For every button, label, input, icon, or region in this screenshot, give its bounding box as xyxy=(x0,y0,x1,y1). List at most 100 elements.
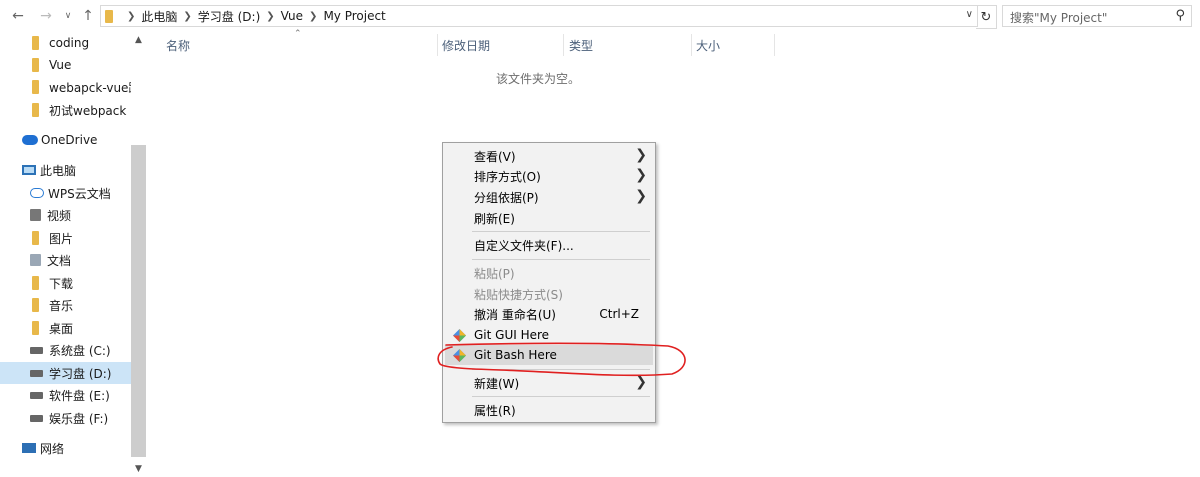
chevron-right-icon[interactable]: ❯ xyxy=(127,11,135,22)
drive-icon xyxy=(30,369,43,377)
breadcrumb-item[interactable]: 学习盘 (D:) xyxy=(198,8,260,25)
sidebar-item-label: OneDrive xyxy=(41,133,98,147)
sidebar-item-this-pc[interactable]: 此电脑 xyxy=(22,159,131,181)
scroll-down-icon[interactable]: ▼ xyxy=(131,461,146,477)
sidebar-item-music[interactable]: 音乐 xyxy=(30,294,131,316)
recent-locations-chevron-icon[interactable]: ∨ xyxy=(58,6,78,26)
sidebar-item-label: 网络 xyxy=(40,441,65,456)
sidebar-item-label: 文档 xyxy=(47,253,72,268)
pictures-icon xyxy=(32,231,39,245)
menu-separator xyxy=(472,231,650,232)
folder-icon xyxy=(32,103,39,117)
column-header-size[interactable]: 大小 xyxy=(696,34,720,58)
sidebar-item-videos[interactable]: 视频 xyxy=(30,204,131,226)
menu-item-git-gui[interactable]: Git GUI Here xyxy=(445,325,653,345)
sidebar-item-coding[interactable]: coding xyxy=(30,32,131,54)
up-arrow-icon[interactable]: ↑ xyxy=(78,6,98,26)
menu-item-group-by[interactable]: 分组依据(P) ❯ xyxy=(445,187,653,207)
chevron-right-icon[interactable]: ❯ xyxy=(309,11,317,22)
menu-item-git-bash[interactable]: Git Bash Here xyxy=(445,345,653,365)
music-icon xyxy=(32,298,39,312)
sidebar-scrollbar[interactable]: ▲ ▼ xyxy=(131,32,146,477)
search-icon[interactable]: ⚲ xyxy=(1175,8,1185,23)
sidebar-item-drive-f[interactable]: 娱乐盘 (F:) xyxy=(30,407,131,429)
column-divider[interactable] xyxy=(774,34,775,56)
videos-icon xyxy=(30,209,41,221)
sidebar-item-downloads[interactable]: 下载 xyxy=(30,272,131,294)
menu-item-view[interactable]: 查看(V) ❯ xyxy=(445,146,653,166)
sidebar-item-webpack[interactable]: 初试webpack xyxy=(30,99,131,121)
back-arrow-icon[interactable]: ← xyxy=(8,6,28,26)
column-header-date[interactable]: 修改日期 xyxy=(442,34,490,58)
menu-item-label: Git GUI Here xyxy=(474,328,550,342)
menu-item-label: 粘贴(P) xyxy=(474,266,515,281)
breadcrumb-item[interactable]: Vue xyxy=(281,9,303,23)
address-toolbar: ← → ∨ ↑ ❯ 此电脑 ❯ 学习盘 (D:) ❯ Vue ❯ My Proj… xyxy=(0,0,1200,32)
scroll-up-icon[interactable]: ▲ xyxy=(131,32,146,48)
sidebar-item-label: 视频 xyxy=(47,208,72,223)
sidebar-item-drive-e[interactable]: 软件盘 (E:) xyxy=(30,384,131,406)
sidebar-item-pictures[interactable]: 图片 xyxy=(30,227,131,249)
sidebar-item-drive-c[interactable]: 系统盘 (C:) xyxy=(30,339,131,361)
sidebar-item-webapck-vue[interactable]: webapck-vue路 xyxy=(30,76,131,98)
sidebar-item-documents[interactable]: 文档 xyxy=(30,249,131,271)
menu-item-label: 新建(W) xyxy=(474,376,520,391)
menu-item-undo-rename[interactable]: 撤消 重命名(U) Ctrl+Z xyxy=(445,304,653,324)
sidebar-item-label: coding xyxy=(49,36,90,50)
context-menu: 查看(V) ❯ 排序方式(O) ❯ 分组依据(P) ❯ 刷新(E) 自定义文件夹… xyxy=(442,142,656,423)
breadcrumb-item[interactable]: My Project xyxy=(323,9,385,23)
sidebar-item-label: 此电脑 xyxy=(40,163,77,178)
desktop-icon xyxy=(32,321,39,335)
menu-item-properties[interactable]: 属性(R) xyxy=(445,400,653,420)
menu-item-new[interactable]: 新建(W) ❯ xyxy=(445,373,653,393)
menu-separator xyxy=(472,369,650,370)
sidebar-item-vue[interactable]: Vue xyxy=(30,54,131,76)
search-input[interactable]: 搜索"My Project" ⚲ xyxy=(1002,5,1192,27)
sidebar-item-network[interactable]: 网络 xyxy=(22,437,131,459)
git-icon xyxy=(453,329,466,342)
sidebar-item-wps-cloud[interactable]: WPS云文档 xyxy=(30,182,131,204)
menu-item-paste: 粘贴(P) xyxy=(445,263,653,283)
chevron-right-icon[interactable]: ❯ xyxy=(266,11,274,22)
menu-separator xyxy=(472,259,650,260)
menu-item-label: 刷新(E) xyxy=(474,211,515,226)
column-header-type[interactable]: 类型 xyxy=(569,34,593,58)
folder-icon xyxy=(32,58,39,72)
menu-item-label: Git Bash Here xyxy=(474,348,557,362)
sidebar-item-label: 下载 xyxy=(49,276,74,291)
sidebar-item-drive-d[interactable]: 学习盘 (D:) xyxy=(0,362,131,384)
address-dropdown-icon[interactable]: ∨ xyxy=(966,9,973,20)
chevron-right-icon[interactable]: ❯ xyxy=(183,11,191,22)
scrollbar-thumb[interactable] xyxy=(131,145,146,457)
sidebar-item-label: 初试webpack xyxy=(49,103,127,118)
sidebar-item-onedrive[interactable]: OneDrive xyxy=(22,129,131,151)
sidebar-item-label: WPS云文档 xyxy=(48,186,111,201)
menu-item-label: 属性(R) xyxy=(474,403,516,418)
drive-icon xyxy=(30,391,43,399)
menu-item-label: 查看(V) xyxy=(474,149,516,164)
refresh-icon[interactable]: ↻ xyxy=(976,5,997,29)
forward-arrow-icon[interactable]: → xyxy=(36,6,56,26)
menu-item-sort-by[interactable]: 排序方式(O) ❯ xyxy=(445,166,653,186)
column-divider[interactable] xyxy=(437,34,438,56)
menu-separator xyxy=(472,396,650,397)
drive-icon xyxy=(30,346,43,354)
sidebar-item-label: 娱乐盘 (F:) xyxy=(49,411,109,426)
sidebar-item-label: 音乐 xyxy=(49,298,74,313)
column-divider[interactable] xyxy=(563,34,564,56)
column-header-name[interactable]: 名称 xyxy=(166,34,190,58)
sidebar-item-desktop[interactable]: 桌面 xyxy=(30,317,131,339)
file-list-pane[interactable]: ⌃ 名称 修改日期 类型 大小 该文件夹为空。 xyxy=(146,29,1200,477)
submenu-arrow-icon: ❯ xyxy=(635,147,647,163)
menu-item-shortcut: Ctrl+Z xyxy=(599,307,639,321)
address-bar[interactable]: ❯ 此电脑 ❯ 学习盘 (D:) ❯ Vue ❯ My Project ∨ xyxy=(100,5,978,27)
menu-item-customize-folder[interactable]: 自定义文件夹(F)... xyxy=(445,235,653,255)
column-divider[interactable] xyxy=(691,34,692,56)
menu-item-refresh[interactable]: 刷新(E) xyxy=(445,208,653,228)
menu-item-label: 撤消 重命名(U) xyxy=(474,307,556,322)
empty-folder-message: 该文件夹为空。 xyxy=(496,72,581,86)
network-icon xyxy=(22,443,36,453)
breadcrumb-item[interactable]: 此电脑 xyxy=(141,8,177,25)
sidebar-item-label: Vue xyxy=(49,58,72,72)
folder-icon xyxy=(32,36,39,50)
